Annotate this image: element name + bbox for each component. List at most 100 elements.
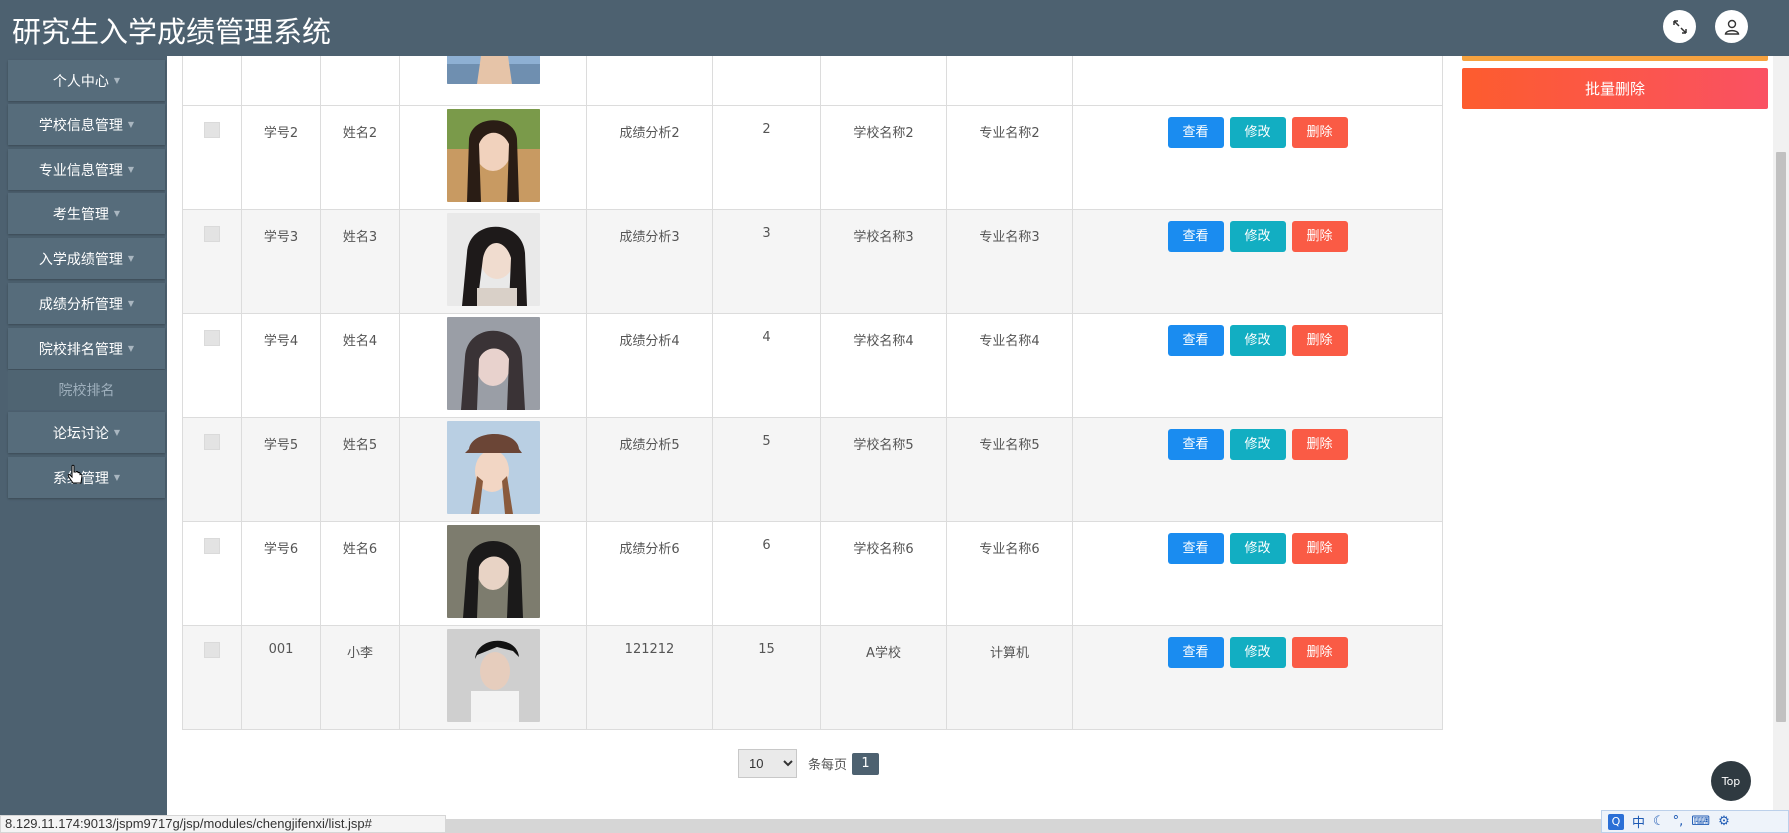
edit-button[interactable]: 修改	[1229, 221, 1286, 252]
cell-student-id: 学号3	[241, 209, 321, 314]
row-checkbox[interactable]	[204, 434, 220, 450]
batch-delete-button[interactable]: 批量删除	[1462, 68, 1768, 109]
caret-down-icon: ▼	[113, 428, 121, 437]
cell-analysis: 成绩分析3	[586, 209, 713, 314]
submenu-item-label: 院校排名	[58, 383, 115, 399]
cell-school: 学校名称3	[820, 209, 947, 314]
view-button[interactable]: 查看	[1167, 429, 1224, 460]
ime-toolbar: Q 中 ☾ °, ⌨ ⚙	[1601, 810, 1789, 833]
sidebar-item-forum[interactable]: 论坛讨论 ▼	[8, 412, 165, 453]
edit-button[interactable]: 修改	[1229, 533, 1286, 564]
cell-analysis: 成绩分析5	[586, 417, 713, 522]
table-row: 学号2 姓名2 成绩分析2 2 学校名称2 专业名称2 查看 修改 删除	[182, 105, 1443, 210]
back-to-top-button[interactable]: Top	[1711, 761, 1751, 801]
caret-down-icon: ▼	[113, 209, 121, 218]
sidebar-item-system[interactable]: 系统管理▼	[8, 457, 165, 498]
caret-down-icon: ▼	[127, 120, 135, 129]
delete-button[interactable]: 删除	[1291, 325, 1348, 356]
app-title: 研究生入学成绩管理系统	[12, 15, 332, 49]
row-checkbox[interactable]	[204, 122, 220, 138]
sidebar-item-label: 个人中心	[52, 73, 109, 90]
cell-major: 专业名称4	[946, 313, 1073, 418]
cell-school: 学校名称2	[820, 105, 947, 210]
view-button[interactable]: 查看	[1167, 325, 1224, 356]
row-checkbox[interactable]	[204, 642, 220, 658]
caret-down-icon: ▼	[127, 299, 135, 308]
cell-student-id: 001	[241, 625, 321, 730]
moon-icon[interactable]: ☾	[1653, 814, 1665, 829]
caret-down-icon: ▼	[127, 254, 135, 263]
cell-rank: 6	[712, 521, 821, 626]
app-header: 研究生入学成绩管理系统	[0, 0, 1789, 56]
delete-button[interactable]: 删除	[1291, 221, 1348, 252]
cell-school: 学校名称6	[820, 521, 947, 626]
scrollbar-thumb[interactable]	[1776, 152, 1786, 722]
submenu-item-school-ranking[interactable]: 院校排名	[8, 370, 165, 410]
page-number-button[interactable]: 1	[852, 752, 880, 775]
view-button[interactable]: 查看	[1167, 221, 1224, 252]
caret-down-icon: ▼	[127, 344, 135, 353]
page-scrollbar[interactable]	[1773, 56, 1789, 819]
ime-logo-icon[interactable]: Q	[1608, 813, 1624, 830]
cell-major: 专业名称2	[946, 105, 1073, 210]
sidebar-item-score-analysis[interactable]: 成绩分析管理 ▼	[8, 283, 165, 324]
delete-button[interactable]: 删除	[1291, 429, 1348, 460]
sidebar-item-major-info[interactable]: 专业信息管理 ▼	[8, 149, 165, 190]
delete-button[interactable]: 删除	[1291, 117, 1348, 148]
caret-down-icon: ▼	[113, 473, 121, 482]
view-button[interactable]: 查看	[1167, 637, 1224, 668]
user-button[interactable]	[1715, 10, 1748, 43]
edit-button[interactable]: 修改	[1229, 117, 1286, 148]
pagination: 10 条每页 1	[738, 749, 880, 778]
row-checkbox[interactable]	[204, 226, 220, 242]
sidebar-item-admission-score[interactable]: 入学成绩管理 ▼	[8, 238, 165, 279]
student-photo	[446, 109, 540, 202]
cell-school: 学校名称4	[820, 313, 947, 418]
expand-icon	[1672, 19, 1687, 34]
browser-status-url: 8.129.11.174:9013/jspm9717g/jsp/modules/…	[0, 815, 446, 833]
punctuation-icon[interactable]: °,	[1673, 814, 1684, 829]
data-table: 学号2 姓名2 成绩分析2 2 学校名称2 专业名称2 查看 修改 删除 学号3 姓…	[182, 38, 1443, 730]
user-icon	[1724, 19, 1739, 35]
cell-student-id: 学号2	[241, 105, 321, 210]
horizontal-scrollbar[interactable]	[446, 819, 1601, 833]
delete-button[interactable]: 删除	[1291, 637, 1348, 668]
fullscreen-button[interactable]	[1663, 10, 1696, 43]
cell-analysis: 成绩分析4	[586, 313, 713, 418]
cell-name: 姓名6	[320, 521, 400, 626]
ime-mode-label[interactable]: 中	[1632, 812, 1645, 831]
caret-down-icon: ▼	[113, 76, 121, 85]
sidebar-item-school-info[interactable]: 学校信息管理 ▼	[8, 104, 165, 145]
per-page-label: 条每页	[808, 758, 848, 773]
student-photo	[446, 421, 540, 514]
edit-button[interactable]: 修改	[1229, 637, 1286, 668]
sidebar-item-label: 考生管理	[52, 206, 109, 223]
edit-button[interactable]: 修改	[1229, 325, 1286, 356]
page-size-select[interactable]: 10	[738, 749, 797, 778]
keyboard-icon[interactable]: ⌨	[1691, 814, 1710, 829]
cell-name: 小李	[320, 625, 400, 730]
cell-major: 专业名称3	[946, 209, 1073, 314]
sidebar-item-school-ranking[interactable]: 院校排名管理 ▼	[8, 328, 165, 369]
cell-major: 专业名称6	[946, 521, 1073, 626]
table-row: 学号4 姓名4 成绩分析4 4 学校名称4 专业名称4 查看 修改 删除	[182, 313, 1443, 418]
cell-rank: 2	[712, 105, 821, 210]
sidebar-item-label: 学校信息管理	[38, 117, 123, 134]
cell-major: 专业名称5	[946, 417, 1073, 522]
cell-name: 姓名2	[320, 105, 400, 210]
row-checkbox[interactable]	[204, 538, 220, 554]
delete-button[interactable]: 删除	[1291, 533, 1348, 564]
sidebar-item-label: 院校排名管理	[38, 341, 123, 358]
cell-major: 计算机	[946, 625, 1073, 730]
view-button[interactable]: 查看	[1167, 117, 1224, 148]
edit-button[interactable]: 修改	[1229, 429, 1286, 460]
view-button[interactable]: 查看	[1167, 533, 1224, 564]
sidebar-item-label: 成绩分析管理	[38, 296, 123, 313]
sidebar-item-personal-center[interactable]: 个人中心 ▼	[8, 60, 165, 101]
sidebar-item-examinee[interactable]: 考生管理 ▼	[8, 193, 165, 234]
row-checkbox[interactable]	[204, 330, 220, 346]
cell-student-id: 学号5	[241, 417, 321, 522]
settings-icon[interactable]: ⚙	[1718, 814, 1730, 829]
cell-school: 学校名称5	[820, 417, 947, 522]
cell-student-id: 学号4	[241, 313, 321, 418]
